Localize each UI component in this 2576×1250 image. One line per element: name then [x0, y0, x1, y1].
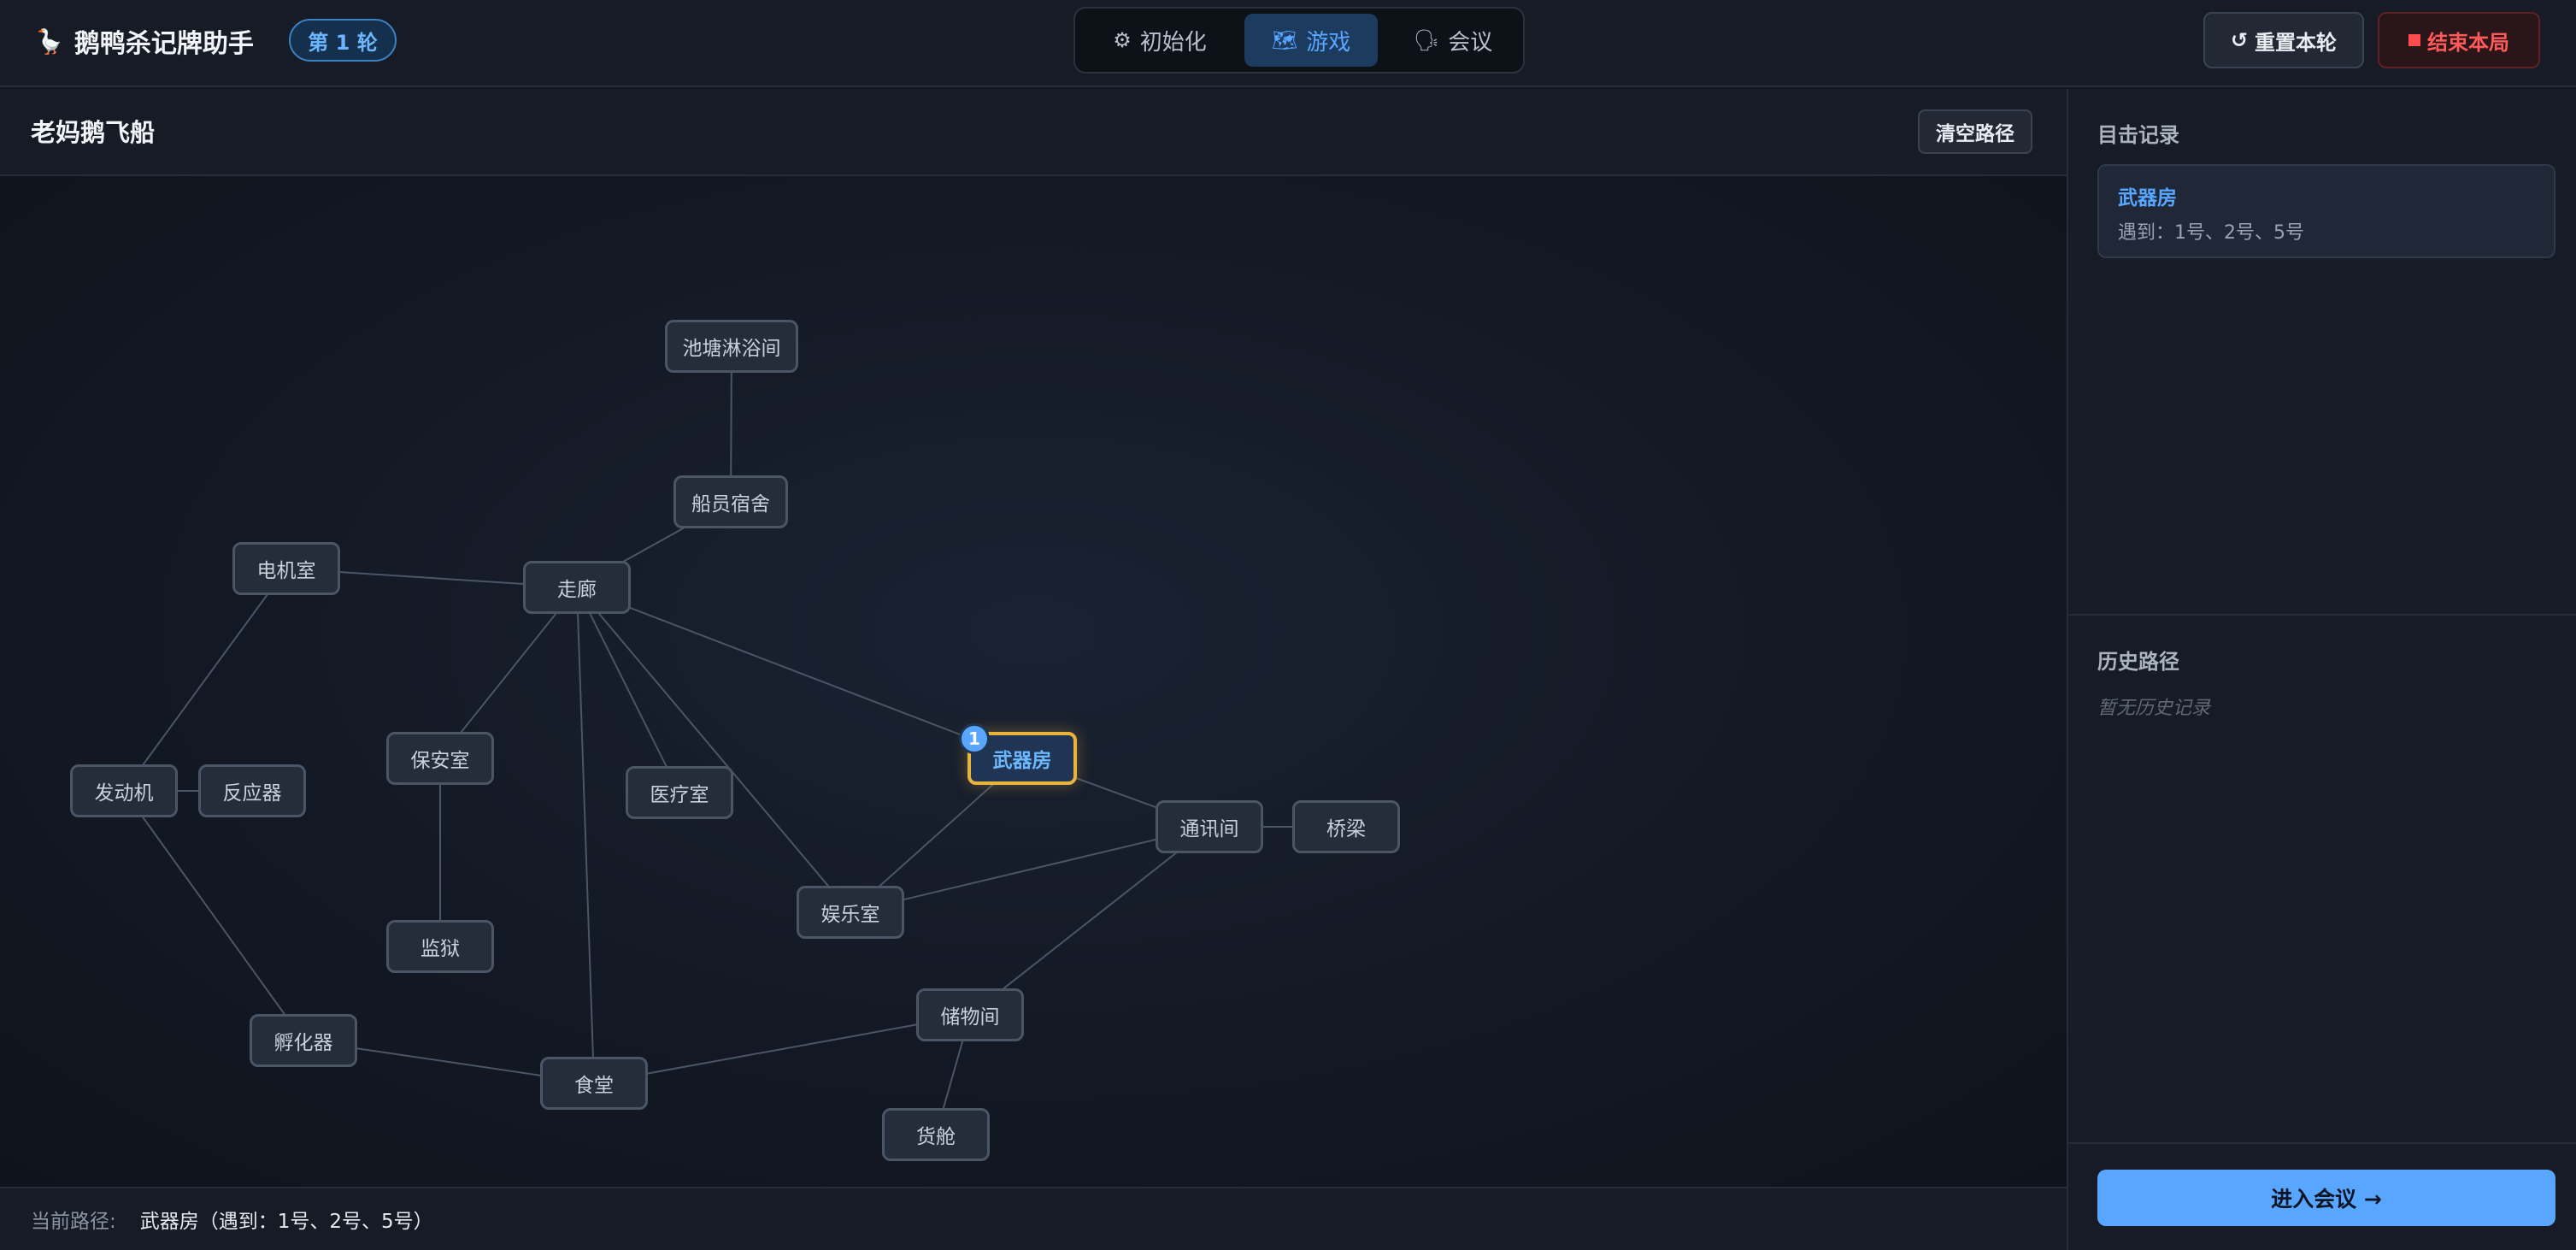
current-path-bar: 当前路径: 武器房（遇到：1号、2号、5号）: [0, 1187, 2067, 1250]
room-label: 发动机: [94, 782, 154, 805]
map-canvas: 池塘淋浴间船员宿舍电机室走廊发动机 反应器 保安室医疗室 武器房 1 通讯间 桥梁娱乐室监狱…: [0, 176, 2067, 1187]
room-security[interactable]: 保安室: [386, 732, 494, 785]
top-bar: 🪿 鹅鸭杀记牌助手 第 1 轮 ⚙ 初始化 🗺 游戏 🗣 会议 ↺ 重置本轮 结…: [0, 0, 2576, 87]
room-reactor[interactable]: 反应器: [198, 764, 306, 817]
stop-icon: [2408, 34, 2420, 46]
history-title: 历史路径: [2097, 650, 2179, 674]
current-path-label: 当前路径:: [31, 1211, 116, 1233]
room-label: 走廊: [557, 579, 597, 601]
round-badge: 第 1 轮: [289, 19, 397, 62]
reset-round-button[interactable]: ↺ 重置本轮: [2203, 12, 2364, 68]
room-medbay[interactable]: 医疗室: [626, 766, 733, 819]
room-armory[interactable]: 武器房 1: [959, 723, 1077, 785]
room-storage[interactable]: 储物间: [916, 988, 1024, 1041]
reset-icon: ↺: [2230, 28, 2249, 52]
app-title: 🪿 鹅鸭杀记牌助手: [34, 22, 254, 60]
divider: [2068, 614, 2576, 616]
tab-meeting-label: 会议: [1448, 29, 1493, 56]
end-game-button[interactable]: 结束本局: [2378, 12, 2540, 68]
sidebar: 目击记录 武器房 遇到：1号、2号、5号 历史路径 暂无历史记录 进入会议 →: [2067, 89, 2576, 1250]
witness-card[interactable]: 武器房 遇到：1号、2号、5号: [2097, 164, 2555, 258]
room-label: 池塘淋浴间: [682, 338, 781, 360]
connection-hall-rec: [576, 587, 851, 913]
room-label: 保安室: [410, 750, 470, 772]
room-label: 食堂: [574, 1075, 614, 1097]
goose-icon: 🪿: [34, 27, 64, 56]
visit-count-badge: 1: [959, 723, 990, 754]
room-label: 船员宿舍: [691, 493, 770, 516]
room-label: 桥梁: [1326, 818, 1366, 840]
tab-init[interactable]: ⚙ 初始化: [1087, 14, 1232, 67]
gear-icon: ⚙: [1113, 28, 1132, 52]
connection-hall-cafeteria: [576, 587, 595, 1084]
clear-path-button[interactable]: 清空路径: [1918, 109, 2032, 154]
room-prison[interactable]: 监狱: [386, 920, 494, 973]
mode-tabs: ⚙ 初始化 🗺 游戏 🗣 会议: [1073, 7, 1525, 74]
end-game-label: 结束本局: [2427, 30, 2509, 55]
room-dorm[interactable]: 船员宿舍: [673, 475, 788, 528]
room-label: 储物间: [940, 1006, 1000, 1029]
connection-hall-armory: [576, 587, 1023, 759]
connection-motor-engine: [123, 568, 287, 792]
room-label: 娱乐室: [820, 904, 880, 926]
room-rec[interactable]: 娱乐室: [797, 886, 904, 939]
current-path-value: 武器房（遇到：1号、2号、5号）: [139, 1211, 433, 1233]
history-empty-text: 暂无历史记录: [2097, 698, 2211, 719]
room-comms[interactable]: 通讯间: [1156, 800, 1263, 853]
enter-meeting-button[interactable]: 进入会议 →: [2097, 1170, 2555, 1226]
room-bridge[interactable]: 桥梁: [1292, 800, 1400, 853]
map-icon: 🗺: [1271, 28, 1298, 52]
map-header: 老妈鹅飞船 清空路径: [0, 89, 2067, 176]
tab-meeting[interactable]: 🗣 会议: [1393, 14, 1513, 67]
tab-game[interactable]: 🗺 游戏: [1244, 14, 1378, 67]
room-label: 电机室: [256, 560, 316, 582]
room-label: 监狱: [421, 938, 460, 960]
room-hall[interactable]: 走廊: [523, 561, 631, 614]
room-engine[interactable]: 发动机: [70, 764, 178, 817]
room-label: 反应器: [222, 782, 282, 805]
room-pond[interactable]: 池塘淋浴间: [665, 320, 798, 373]
room-label: 武器房: [992, 750, 1052, 772]
chat-icon: 🗣: [1413, 28, 1440, 52]
room-cargo[interactable]: 货舱: [882, 1108, 990, 1161]
room-motor[interactable]: 电机室: [232, 542, 340, 595]
map-name: 老妈鹅飞船: [31, 118, 156, 147]
tab-game-label: 游戏: [1306, 29, 1351, 56]
room-label: 通讯间: [1179, 818, 1239, 840]
divider: [2068, 1142, 2576, 1144]
reset-round-label: 重置本轮: [2255, 30, 2338, 55]
room-cafeteria[interactable]: 食堂: [540, 1057, 648, 1110]
room-label: 货舱: [916, 1126, 956, 1148]
witness-room: 武器房: [2118, 187, 2177, 209]
witness-detail: 遇到：1号、2号、5号: [2118, 222, 2304, 244]
room-label: 医疗室: [650, 784, 709, 806]
map-panel: 老妈鹅飞船 清空路径 池塘淋浴间 船员宿舍 电机室 走廊 发动机 反应器 保安室 医疗室 武器房…: [0, 89, 2067, 1250]
connection-storage-cafeteria: [593, 1014, 971, 1084]
tab-init-label: 初始化: [1139, 29, 1207, 56]
connection-engine-incubator: [123, 790, 304, 1041]
room-incubator[interactable]: 孵化器: [250, 1014, 357, 1067]
room-label: 孵化器: [273, 1032, 333, 1054]
app-title-text: 鹅鸭杀记牌助手: [74, 29, 254, 59]
witness-title: 目击记录: [2097, 123, 2179, 147]
